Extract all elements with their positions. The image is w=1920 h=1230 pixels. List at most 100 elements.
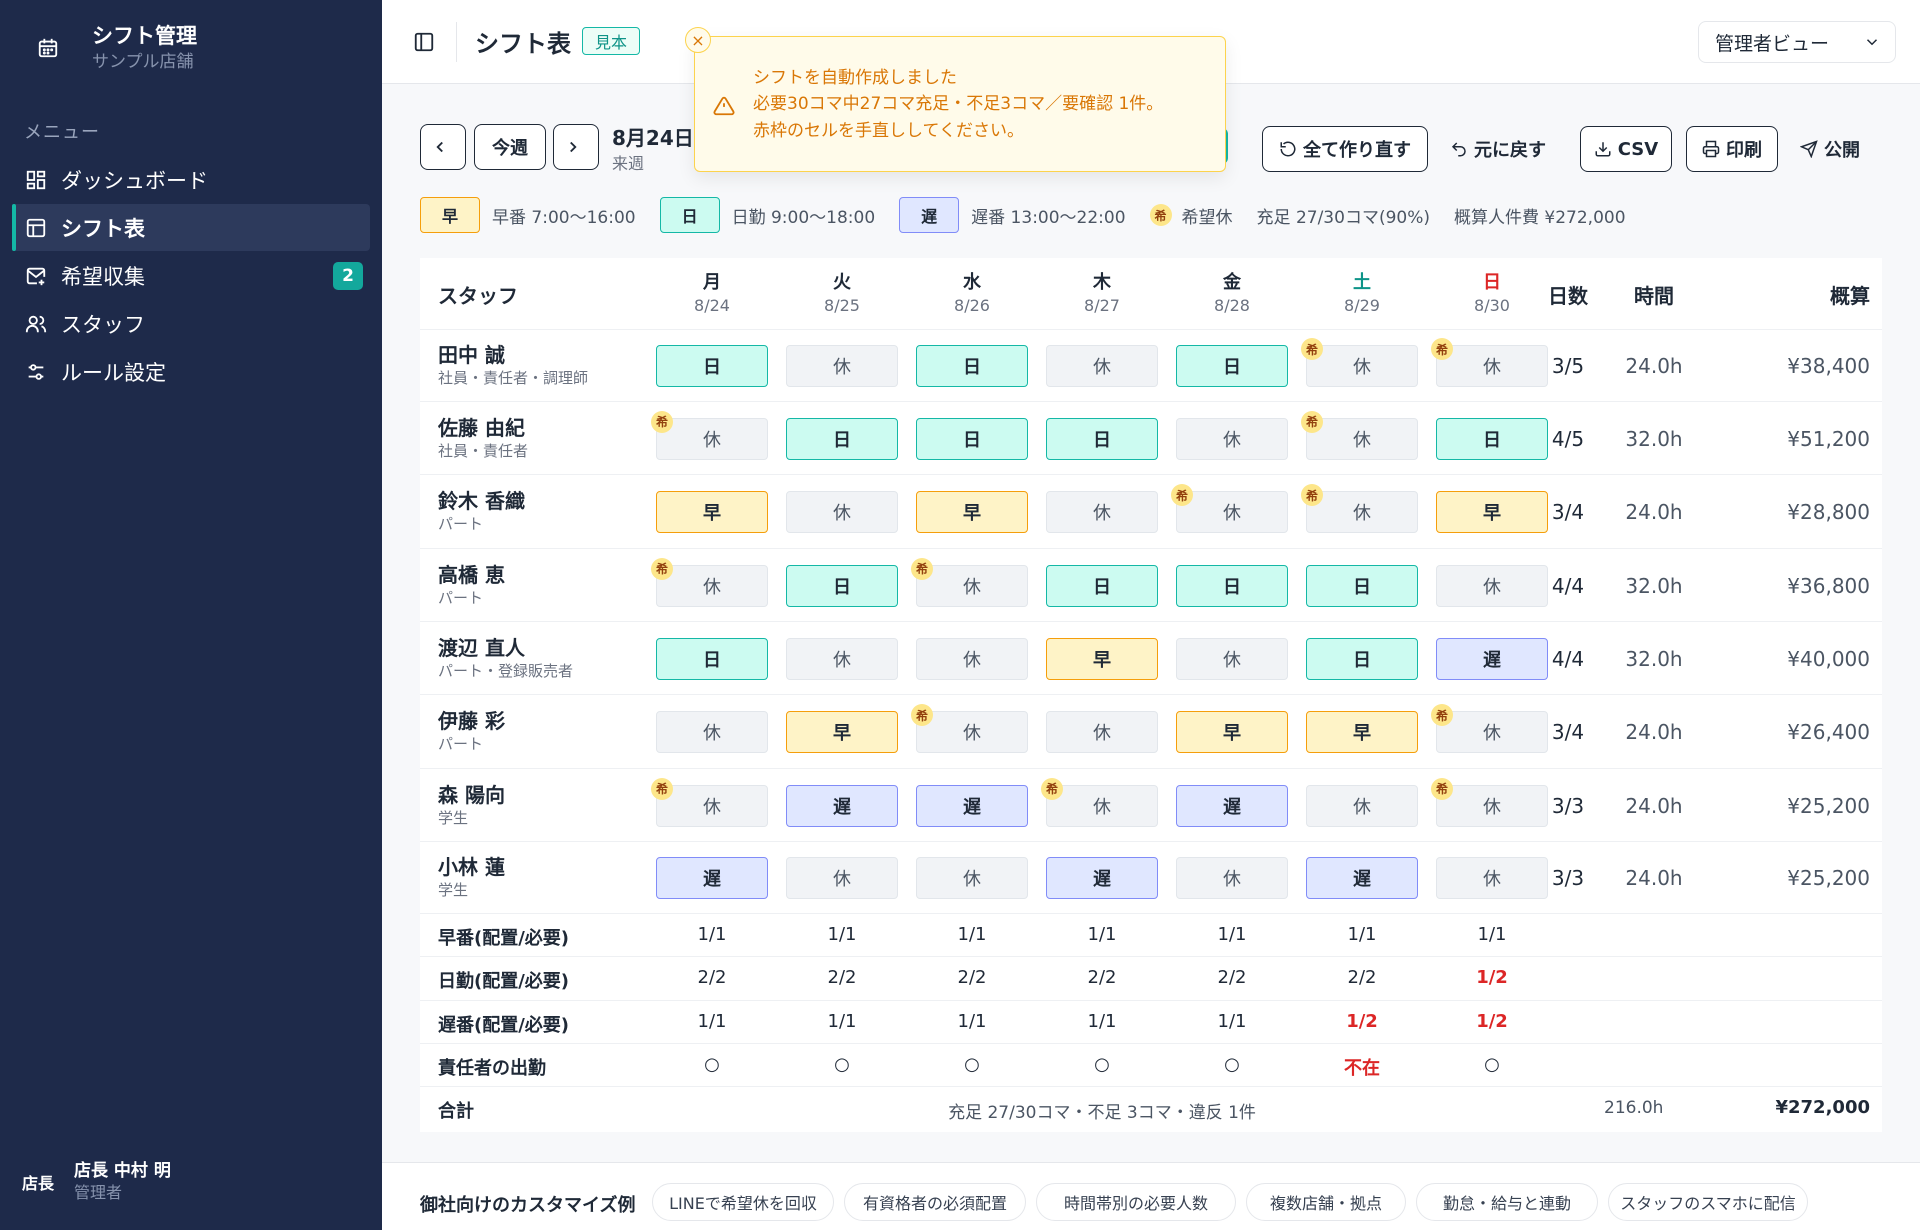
- shift-cell[interactable]: 休: [916, 857, 1028, 899]
- shift-cell[interactable]: 休希: [1301, 410, 1418, 460]
- shift-label: 早: [703, 503, 721, 524]
- staff-info[interactable]: 高橋 恵パート: [438, 562, 505, 608]
- shift-cell[interactable]: 休希: [911, 557, 1028, 607]
- user-profile[interactable]: 店長 店長 中村 明 管理者: [22, 1160, 171, 1204]
- shift-cell[interactable]: 早: [1176, 711, 1288, 753]
- shift-cell[interactable]: 日: [1176, 564, 1288, 607]
- customization-pill[interactable]: 複数店舗・拠点: [1246, 1183, 1406, 1221]
- sidebar-item-shift-table[interactable]: シフト表: [12, 204, 370, 251]
- shift-cell[interactable]: 休: [1046, 711, 1158, 753]
- shift-label: 日: [1353, 649, 1371, 671]
- shift-cell[interactable]: 早: [916, 491, 1028, 533]
- sidebar-toggle-icon[interactable]: [410, 28, 438, 56]
- customization-pill[interactable]: 有資格者の必須配置: [844, 1183, 1026, 1221]
- view-select[interactable]: 管理者ビュー: [1698, 21, 1896, 63]
- summary-label: 責任者の出勤: [438, 1057, 546, 1079]
- shift-cell[interactable]: 遅: [916, 784, 1028, 827]
- shift-cell[interactable]: 日: [786, 417, 898, 460]
- shift-cell[interactable]: 休: [1176, 637, 1288, 680]
- brand[interactable]: シフト管理 サンプル店舗: [28, 22, 197, 74]
- shift-cell[interactable]: 休: [786, 345, 898, 387]
- shift-label: 日: [1353, 576, 1371, 598]
- shift-cell[interactable]: 早: [786, 711, 898, 753]
- shift-cell[interactable]: 休: [656, 711, 768, 753]
- staff-info[interactable]: 鈴木 香織 パート: [438, 488, 525, 534]
- shift-cell[interactable]: 休: [916, 637, 1028, 680]
- shift-cell[interactable]: 休希: [1301, 338, 1418, 387]
- print-label: 印刷: [1726, 140, 1762, 161]
- shift-cell[interactable]: 休希: [1301, 484, 1418, 533]
- shift-cell[interactable]: 日: [1306, 564, 1418, 607]
- customization-pill[interactable]: 勤怠・給与と連動: [1416, 1183, 1598, 1221]
- shift-cell[interactable]: 休: [1306, 784, 1418, 827]
- shift-cell[interactable]: 日: [916, 345, 1028, 387]
- staff-info[interactable]: 佐藤 由紀 社員・責任者: [438, 415, 528, 461]
- shift-cell[interactable]: 日: [1046, 417, 1158, 460]
- shift-cell[interactable]: 休: [1046, 491, 1158, 533]
- legend-fill-text: 充足 27/30コマ(90%): [1256, 207, 1430, 228]
- shift-cell[interactable]: 早: [1306, 711, 1418, 753]
- shift-cell[interactable]: 日: [1306, 637, 1418, 680]
- shift-cell[interactable]: 休希: [1171, 484, 1288, 533]
- sidebar-item-dashboard[interactable]: ダッシュボード: [12, 156, 370, 203]
- shift-cell[interactable]: 日: [1046, 564, 1158, 607]
- legend: 早 早番 7:00〜16:00 日 日勤 9:00〜18:00 遅 遅番 13:…: [420, 196, 1650, 234]
- staff-cost: ¥26,400: [1787, 720, 1870, 744]
- sidebar-item-rules[interactable]: ルール設定: [12, 348, 370, 395]
- shift-cell[interactable]: 休: [1176, 417, 1288, 460]
- summary-value: ○: [1224, 1053, 1240, 1075]
- csv-button[interactable]: CSV: [1580, 126, 1672, 172]
- shift-cell[interactable]: 日: [786, 564, 898, 607]
- staff-info[interactable]: 伊藤 彩パート: [438, 708, 505, 754]
- shift-cell[interactable]: 休: [786, 491, 898, 533]
- undo-button[interactable]: 元に戻す: [1450, 126, 1546, 172]
- next-week-button[interactable]: [553, 124, 599, 170]
- shift-cell[interactable]: 日: [916, 417, 1028, 460]
- shift-cell[interactable]: 休希: [1041, 777, 1158, 827]
- customization-pill[interactable]: LINEで希望休を回収: [652, 1183, 834, 1221]
- shift-cell[interactable]: 遅: [656, 857, 768, 899]
- staff-days: 4/4: [1551, 573, 1585, 598]
- customization-pill[interactable]: スタッフのスマホに配信: [1608, 1183, 1808, 1221]
- summary-value: 2/2: [697, 967, 727, 988]
- shift-cell[interactable]: 遅: [1046, 857, 1158, 899]
- this-week-button[interactable]: 今週: [474, 124, 546, 170]
- shift-cell[interactable]: 早: [656, 491, 768, 533]
- print-button[interactable]: 印刷: [1686, 126, 1778, 172]
- shift-cell[interactable]: 日: [656, 345, 768, 387]
- wish-off-badge: 希: [651, 410, 673, 433]
- staff-info[interactable]: 小林 蓮学生: [438, 854, 505, 900]
- staff-info[interactable]: 田中 誠社員・責任者・調理師: [438, 342, 588, 388]
- day-date: 8/26: [954, 296, 990, 315]
- shift-cell[interactable]: 休希: [911, 704, 1028, 753]
- shift-cell[interactable]: 遅: [1176, 784, 1288, 827]
- shift-cell[interactable]: 休希: [651, 777, 768, 827]
- close-icon[interactable]: ×: [685, 27, 711, 53]
- shift-label: 休: [1093, 723, 1111, 744]
- shift-cell[interactable]: 休: [786, 637, 898, 680]
- shift-cell[interactable]: 休希: [651, 557, 768, 607]
- shift-cell[interactable]: 遅: [786, 784, 898, 827]
- shift-cell[interactable]: 日: [656, 637, 768, 680]
- rebuild-all-button[interactable]: 全て作り直す: [1262, 126, 1428, 172]
- shift-cell[interactable]: 休: [786, 857, 898, 899]
- sidebar-item-staff[interactable]: スタッフ: [12, 300, 370, 347]
- publish-button[interactable]: 公開: [1800, 126, 1860, 172]
- shift-cell[interactable]: 休希: [651, 410, 768, 460]
- staff-role: パート: [438, 515, 484, 533]
- sidebar-item-requests[interactable]: 希望収集 2: [12, 252, 370, 299]
- shift-label: 日: [833, 576, 851, 598]
- toast-title: シフトを自動作成しました: [753, 68, 957, 88]
- legend-hayaban-chip: 早: [420, 197, 480, 233]
- shift-cell[interactable]: 休: [1176, 857, 1288, 899]
- staff-info[interactable]: 渡辺 直人 パート・登録販売者: [438, 635, 573, 681]
- prev-week-button[interactable]: [420, 124, 466, 170]
- customization-pill[interactable]: 時間帯別の必要人数: [1036, 1183, 1236, 1221]
- staff-info[interactable]: 森 陽向 学生: [438, 782, 505, 828]
- shift-cell[interactable]: 早: [1046, 637, 1158, 680]
- shift-label: 休: [963, 576, 981, 598]
- shift-cell[interactable]: 日: [1176, 345, 1288, 387]
- shift-cell[interactable]: 休: [1046, 345, 1158, 387]
- wish-off-badge: 希: [911, 704, 933, 726]
- shift-cell[interactable]: 遅: [1306, 857, 1418, 899]
